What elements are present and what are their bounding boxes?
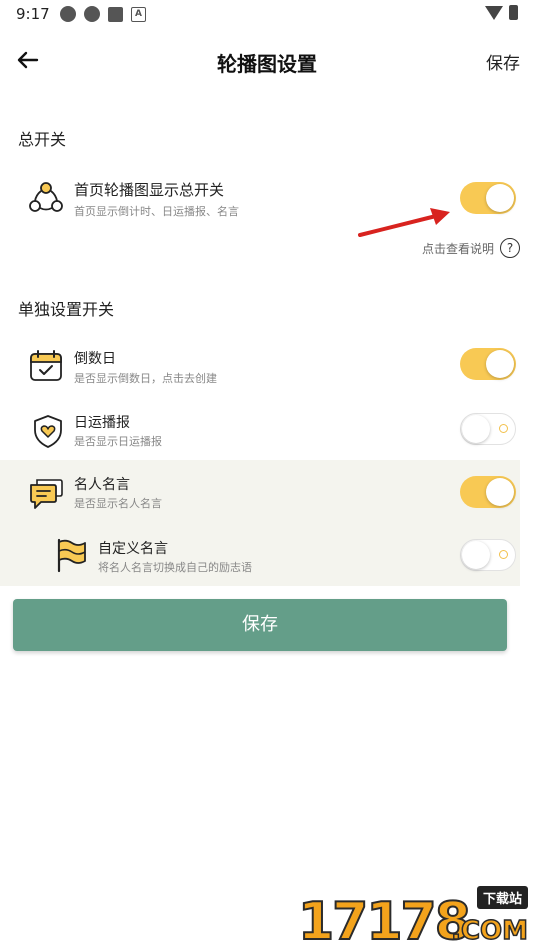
- help-link[interactable]: 点击查看说明 ?: [422, 238, 520, 258]
- status-right: [485, 5, 518, 20]
- famous-quotes-toggle[interactable]: [460, 476, 516, 508]
- annotation-arrow-icon: [358, 208, 450, 237]
- list-item-famous-quotes: 名人名言 是否显示名人名言: [0, 472, 520, 526]
- item-title: 自定义名言: [98, 541, 168, 557]
- app-header: 轮播图设置 保存: [0, 36, 534, 86]
- status-bar: 9:17 A: [0, 0, 534, 28]
- status-time: 9:17: [16, 5, 50, 23]
- watermark-digits: 17178: [297, 892, 472, 952]
- toggle-knob: [462, 414, 490, 443]
- app-circle-icon: [84, 6, 100, 22]
- wifi-icon: [485, 5, 503, 20]
- save-button[interactable]: 保存: [13, 599, 507, 651]
- toggle-off-ring: [499, 424, 508, 433]
- page-title: 轮播图设置: [217, 52, 317, 76]
- watermark-logo: 17178 下载站 .COM: [297, 886, 529, 952]
- countdown-toggle[interactable]: [460, 348, 516, 380]
- section-title-master: 总开关: [18, 130, 67, 149]
- share-nodes-icon: [29, 182, 63, 212]
- square-icon: [108, 6, 123, 22]
- toggle-knob: [462, 540, 490, 569]
- item-title: 日运播报: [74, 415, 130, 431]
- toggle-knob: [486, 184, 514, 212]
- question-icon: ?: [500, 238, 520, 258]
- item-subtitle: 是否显示日运播报: [74, 435, 162, 448]
- item-subtitle: 将名人名言切换成自己的励志语: [98, 561, 252, 574]
- battery-icon: [509, 5, 518, 20]
- shield-heart-icon: [34, 415, 62, 448]
- chat-bubble-icon: [30, 479, 63, 509]
- list-item-custom-quotes: 自定义名言 将名人名言切换成自己的励志语: [0, 530, 520, 584]
- header-save-button[interactable]: 保存: [486, 49, 520, 74]
- master-switch-subtitle: 首页显示倒计时、日运播报、名言: [74, 205, 239, 218]
- toggle-knob: [486, 350, 514, 378]
- section-title-individual: 单独设置开关: [18, 300, 115, 319]
- item-title: 名人名言: [74, 477, 130, 493]
- master-switch-toggle[interactable]: [460, 182, 516, 214]
- master-switch-title: 首页轮播图显示总开关: [74, 181, 225, 199]
- toggle-knob: [486, 478, 514, 506]
- daily-fortune-toggle[interactable]: [460, 413, 516, 445]
- toggle-off-ring: [499, 550, 508, 559]
- item-subtitle: 是否显示倒数日，点击去创建: [74, 372, 217, 385]
- watermark-top-label: 下载站: [476, 886, 528, 909]
- list-item-daily-fortune: 日运播报 是否显示日运播报: [0, 406, 520, 460]
- a-icon: A: [131, 6, 146, 22]
- item-title: 倒数日: [74, 351, 116, 367]
- help-link-text: 点击查看说明: [421, 241, 494, 256]
- list-item-countdown: 倒数日 是否显示倒数日，点击去创建: [0, 340, 520, 394]
- item-subtitle: 是否显示名人名言: [74, 497, 162, 510]
- watermark-com-label: .COM: [450, 915, 528, 947]
- custom-quotes-toggle[interactable]: [460, 539, 516, 571]
- app-circle-icon: [60, 6, 76, 22]
- calendar-icon: [30, 350, 62, 381]
- flag-icon: [57, 538, 86, 573]
- status-icons: A: [60, 6, 146, 22]
